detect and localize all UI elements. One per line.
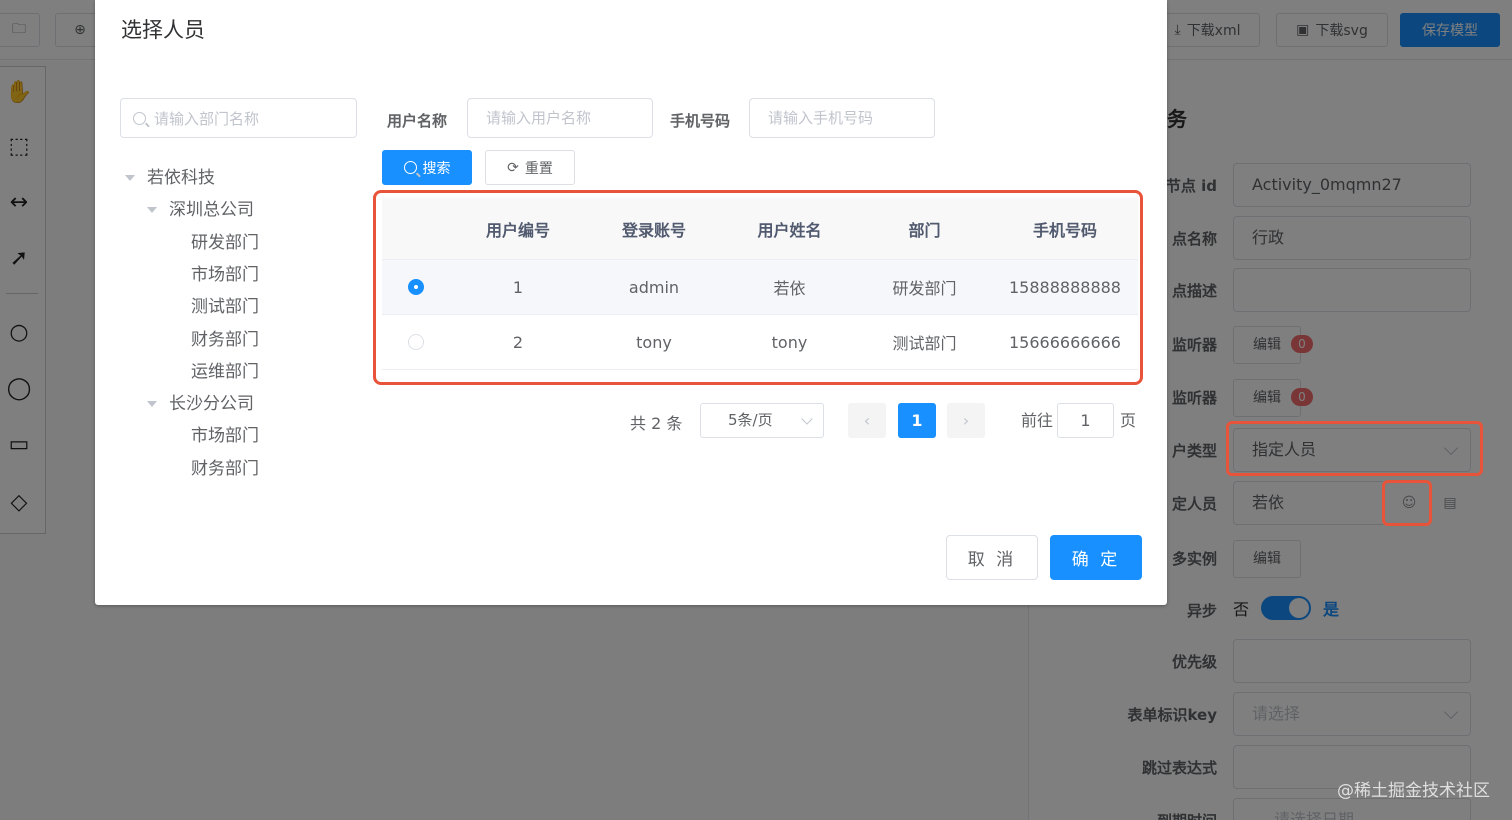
tree-node-market[interactable]: 市场部门 [191, 259, 259, 291]
cancel-button[interactable]: 取 消 [946, 535, 1038, 580]
dept-search-input[interactable]: 请输入部门名称 [120, 98, 357, 138]
next-page-button[interactable]: › [947, 403, 985, 438]
prev-page-button[interactable]: ‹ [848, 403, 886, 438]
search-button[interactable]: 搜索 [382, 150, 472, 185]
search-icon [133, 111, 146, 125]
page-number-current[interactable]: 1 [898, 403, 936, 438]
tree-node-finance[interactable]: 财务部门 [191, 324, 259, 356]
user-type-highlight [1226, 421, 1483, 476]
select-user-dialog: 选择人员 请输入部门名称 若依科技 深圳总公司 研发部门 市场部门 测试部门 财… [95, 0, 1167, 605]
goto-suffix: 页 [1120, 411, 1137, 430]
refresh-icon: ⟳ [507, 159, 519, 176]
goto-page-input[interactable]: 1 [1057, 403, 1114, 438]
tree-node-root[interactable]: 若依科技 [125, 162, 215, 194]
phone-input[interactable]: 请输入手机号码 [749, 98, 935, 138]
phone-label: 手机号码 [670, 112, 731, 130]
confirm-button[interactable]: 确 定 [1050, 535, 1142, 580]
reset-button[interactable]: ⟳ 重置 [485, 150, 575, 185]
chevron-down-icon [801, 413, 813, 425]
watermark: @稀土掘金技术社区 [1337, 781, 1490, 801]
caret-down-icon[interactable] [147, 207, 157, 213]
tree-node-cs-finance[interactable]: 财务部门 [191, 453, 259, 485]
username-input[interactable]: 请输入用户名称 [467, 98, 653, 138]
select-user-highlight [1382, 480, 1432, 526]
username-label: 用户名称 [387, 112, 448, 130]
tree-node-test[interactable]: 测试部门 [191, 291, 259, 323]
tree-node-changsha[interactable]: 长沙分公司 [147, 388, 254, 420]
tree-node-ops[interactable]: 运维部门 [191, 356, 259, 388]
page-size-select[interactable]: 5条/页 [700, 403, 824, 438]
dialog-title: 选择人员 [121, 18, 205, 42]
tree-node-shenzhen[interactable]: 深圳总公司 [147, 194, 254, 226]
search-icon [403, 161, 417, 174]
table-highlight [373, 190, 1143, 385]
caret-down-icon[interactable] [125, 175, 135, 181]
tree-node-cs-market[interactable]: 市场部门 [191, 420, 259, 452]
caret-down-icon[interactable] [147, 401, 157, 407]
pagination-total: 共 2 条 [630, 414, 683, 433]
goto-label: 前往 [1021, 411, 1054, 430]
tree-node-rd[interactable]: 研发部门 [191, 227, 259, 259]
